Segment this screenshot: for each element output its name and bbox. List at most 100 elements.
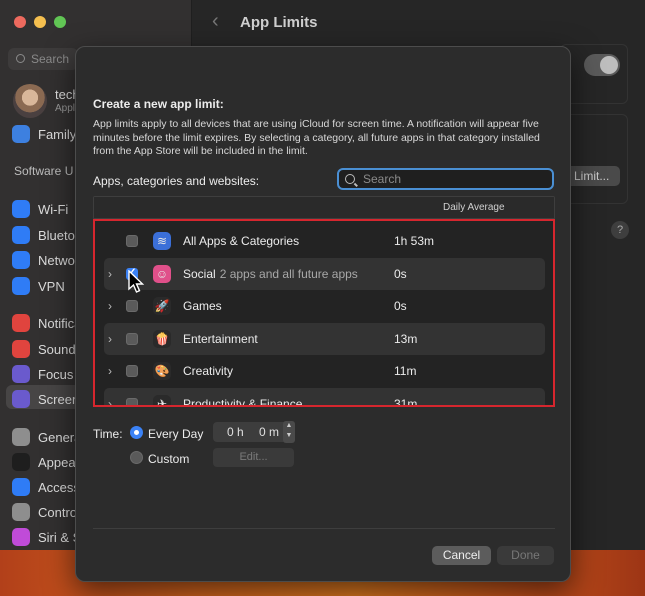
sidebar-item-label: Focus: [38, 366, 74, 382]
list-item[interactable]: › 🚀 Games 0s: [104, 290, 545, 322]
list-item[interactable]: › 🎨 Creativity 11m: [104, 355, 545, 387]
sidebar-item[interactable]: Sound: [12, 339, 76, 359]
minutes-value[interactable]: 0 m: [259, 425, 279, 439]
daily-average-column-header[interactable]: Daily Average: [443, 202, 505, 213]
row-name: Social 2 apps and all future apps: [183, 267, 358, 281]
row-title: All Apps & Categories: [183, 234, 300, 248]
row-daily-average: 0s: [394, 266, 407, 281]
zoom-window-button[interactable]: [54, 16, 66, 28]
sidebar-item-family[interactable]: Family: [12, 124, 76, 144]
dialog-description: App limits apply to all devices that are…: [93, 118, 540, 157]
palette-icon: 🎨: [153, 362, 171, 380]
control-center-icon: [12, 503, 30, 521]
list-rows: ≋ All Apps & Categories 1h 53m › ☺ Social2 ap…: [104, 225, 545, 407]
back-chevron-icon[interactable]: ‹: [212, 10, 219, 33]
mouse-pointer-icon: [128, 270, 145, 293]
sidebar-search-input[interactable]: Search: [8, 48, 78, 70]
row-title: Social: [183, 266, 216, 281]
sidebar-item[interactable]: Access: [12, 477, 80, 497]
row-title: Games: [183, 299, 222, 313]
vpn-icon: [12, 277, 30, 295]
notifications-icon: [12, 314, 30, 332]
avatar[interactable]: [13, 84, 47, 118]
list-item[interactable]: › ☺ Social2 apps and all future apps 0s: [104, 257, 545, 290]
time-label: Time:: [93, 427, 123, 441]
time-stepper[interactable]: ▲ ▼: [283, 421, 295, 443]
time-limit-field[interactable]: 0 h 0 m: [213, 422, 293, 442]
siri-icon: [12, 528, 30, 546]
sidebar-item[interactable]: Networ: [12, 250, 79, 270]
row-daily-average: 0s: [394, 299, 407, 313]
add-limit-button[interactable]: Limit...: [566, 166, 620, 186]
chat-bubbles-icon: ☺: [153, 264, 171, 283]
list-item[interactable]: › ✈ Productivity & Finance 31m: [104, 387, 545, 407]
row-title: Creativity: [183, 364, 234, 378]
sidebar-item-label: Appear: [38, 454, 80, 470]
sound-icon: [12, 340, 30, 358]
sidebar-item[interactable]: Contro: [12, 502, 77, 522]
row-checkbox[interactable]: [126, 397, 138, 406]
window-title: App Limits: [240, 14, 318, 31]
search-input[interactable]: [363, 172, 543, 186]
disclosure-chevron-icon[interactable]: ›: [108, 267, 112, 281]
screen-time-icon: [12, 390, 30, 408]
custom-label[interactable]: Custom: [148, 452, 189, 466]
done-button[interactable]: Done: [497, 546, 554, 565]
row-checkbox[interactable]: [126, 332, 138, 345]
row-name: Games: [183, 299, 222, 313]
search-field[interactable]: [337, 168, 554, 190]
sidebar-item-label: Networ: [38, 252, 80, 268]
family-icon: [12, 125, 30, 143]
close-window-button[interactable]: [14, 16, 26, 28]
sidebar-item-label: VPN: [38, 278, 65, 294]
row-daily-average: 11m: [394, 364, 417, 378]
sidebar-item[interactable]: Screen: [12, 389, 79, 409]
row-name: Productivity & Finance: [183, 397, 302, 407]
stack-icon: ≋: [153, 232, 171, 250]
sidebar-item-label: Blueto: [38, 227, 75, 243]
row-checkbox[interactable]: [126, 365, 138, 377]
list-item[interactable]: › 🍿 Entertainment 13m: [104, 322, 545, 355]
appearance-icon: [12, 453, 30, 471]
list-item[interactable]: ≋ All Apps & Categories 1h 53m: [104, 225, 545, 257]
user-subtitle: Appl: [55, 103, 76, 114]
edit-custom-schedule-button[interactable]: Edit...: [213, 448, 294, 467]
dialog-divider: [93, 528, 555, 529]
sidebar-item[interactable]: Siri & S: [12, 527, 81, 547]
sidebar-item[interactable]: VPN: [12, 276, 65, 296]
sidebar-item[interactable]: Appear: [12, 452, 80, 472]
sidebar-item-label: Contro: [38, 504, 78, 520]
row-subtitle: 2 apps and all future apps: [219, 266, 358, 281]
apps-categories-list[interactable]: Daily Average ≋ All Apps & Categories 1h 5…: [93, 196, 555, 407]
sidebar-section-label: Software U: [14, 164, 74, 178]
help-icon[interactable]: ?: [611, 221, 629, 239]
sidebar-item[interactable]: Focus: [12, 364, 73, 384]
minimize-window-button[interactable]: [34, 16, 46, 28]
popcorn-icon: 🍿: [153, 329, 171, 348]
row-checkbox[interactable]: [126, 235, 138, 247]
search-icon: [16, 54, 25, 63]
search-icon: [345, 174, 355, 184]
cancel-button[interactable]: Cancel: [432, 546, 491, 565]
dialog-heading: Create a new app limit:: [93, 97, 224, 111]
app-limits-toggle[interactable]: [584, 54, 620, 76]
accessibility-icon: [12, 478, 30, 496]
disclosure-chevron-icon[interactable]: ›: [108, 397, 112, 407]
sidebar-item[interactable]: Blueto: [12, 225, 75, 245]
hours-value[interactable]: 0 h: [227, 425, 244, 439]
sidebar-item[interactable]: Genera: [12, 427, 81, 447]
disclosure-chevron-icon[interactable]: ›: [108, 364, 112, 378]
row-daily-average: 13m: [394, 331, 418, 346]
row-name: Creativity: [183, 364, 233, 378]
every-day-radio[interactable]: [130, 426, 143, 439]
paper-plane-icon: ✈: [153, 394, 171, 406]
apps-list-label: Apps, categories and websites:: [93, 174, 260, 188]
every-day-label[interactable]: Every Day: [148, 427, 203, 441]
disclosure-chevron-icon[interactable]: ›: [108, 299, 112, 313]
create-app-limit-dialog: Create a new app limit: App limits apply…: [75, 46, 571, 582]
sidebar-item[interactable]: Wi-Fi: [12, 199, 68, 219]
disclosure-chevron-icon[interactable]: ›: [108, 332, 112, 346]
row-checkbox[interactable]: [126, 300, 138, 312]
custom-radio[interactable]: [130, 451, 143, 464]
sidebar-item-label: Access: [38, 479, 80, 495]
